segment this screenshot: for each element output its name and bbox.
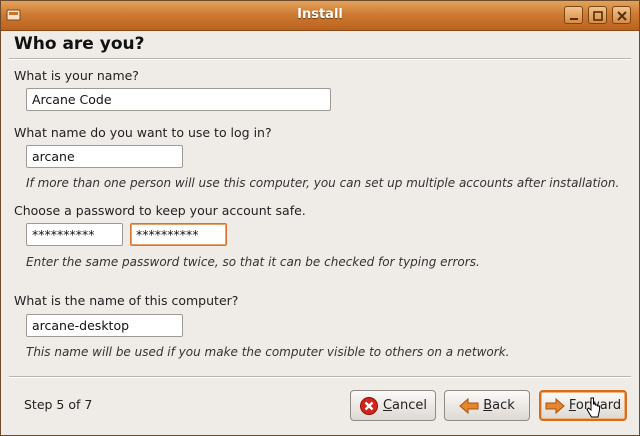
cancel-button[interactable]: Cancel xyxy=(350,390,436,421)
footer-divider xyxy=(9,376,631,378)
header-divider xyxy=(9,58,631,60)
forward-arrow-icon xyxy=(545,396,565,416)
full-name-field[interactable] xyxy=(26,88,331,111)
computer-name-field[interactable] xyxy=(26,314,183,337)
installer-window: Install Who are you? What is your name? … xyxy=(0,0,640,436)
cancel-icon xyxy=(359,396,379,416)
maximize-button[interactable] xyxy=(588,6,607,24)
login-label: What name do you want to use to log in? xyxy=(14,125,272,140)
password-hint: Enter the same password twice, so that i… xyxy=(26,255,480,269)
mouse-cursor-icon xyxy=(586,397,600,418)
back-label: Back xyxy=(483,398,515,413)
maximize-icon xyxy=(593,11,603,21)
minimize-icon xyxy=(570,18,578,20)
back-button[interactable]: Back xyxy=(444,390,530,421)
minimize-button[interactable] xyxy=(564,6,583,24)
window-title: Install xyxy=(297,7,343,22)
confirm-password-field[interactable] xyxy=(130,223,227,246)
login-name-field[interactable] xyxy=(26,145,183,168)
forward-button[interactable]: Forward xyxy=(539,390,627,421)
computer-name-label: What is the name of this computer? xyxy=(14,293,239,308)
computer-name-hint: This name will be used if you make the c… xyxy=(26,345,510,359)
page-title: Who are you? xyxy=(14,34,145,54)
cancel-label: Cancel xyxy=(382,398,428,413)
title-bar[interactable]: Install xyxy=(1,1,639,31)
name-label: What is your name? xyxy=(14,68,139,83)
close-button[interactable] xyxy=(612,6,631,24)
step-indicator: Step 5 of 7 xyxy=(24,397,93,412)
back-arrow-icon xyxy=(459,396,479,416)
password-label: Choose a password to keep your account s… xyxy=(14,203,306,218)
close-icon xyxy=(617,11,627,21)
login-hint: If more than one person will use this co… xyxy=(26,176,620,190)
password-field[interactable] xyxy=(26,223,123,246)
